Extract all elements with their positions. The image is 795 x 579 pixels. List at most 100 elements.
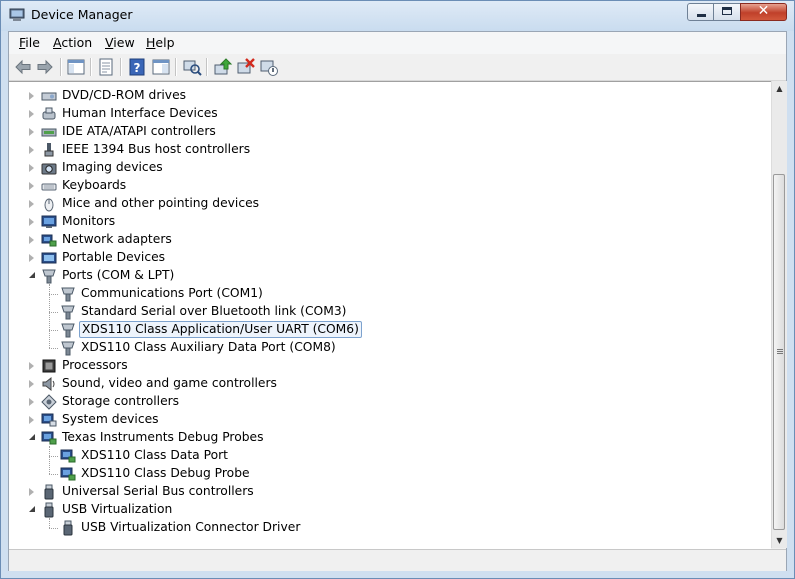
tree-device-row[interactable]: XDS110 Class Data Port: [9, 447, 769, 465]
port-icon: [60, 286, 76, 302]
uninstall-device-button[interactable]: [236, 57, 256, 77]
tree-node-label: Portable Devices: [62, 250, 166, 264]
tree-category-row[interactable]: Mice and other pointing devices: [9, 195, 769, 213]
device-manager-app-icon[interactable]: [9, 8, 25, 22]
expand-arrow-icon[interactable]: [29, 182, 34, 190]
toolbar-separator: [60, 58, 62, 76]
expand-arrow-icon[interactable]: [29, 488, 34, 496]
tree-category-row[interactable]: IDE ATA/ATAPI controllers: [9, 123, 769, 141]
tree-device-row[interactable]: XDS110 Class Debug Probe: [9, 465, 769, 483]
vertical-scrollbar[interactable]: ▲ ▼: [771, 81, 787, 548]
tree-connector-line: [49, 348, 58, 349]
console-tree-icon: [67, 59, 85, 75]
tree-node-label: Keyboards: [62, 178, 127, 192]
hid-icon: [41, 106, 57, 122]
show-hide-console-tree-button[interactable]: [66, 57, 86, 77]
toolbar: ?: [9, 54, 786, 81]
tree-category-row[interactable]: Texas Instruments Debug Probes: [9, 429, 769, 447]
status-bar: [9, 549, 786, 571]
scroll-down-arrow[interactable]: ▼: [772, 533, 787, 548]
collapse-arrow-icon[interactable]: [29, 434, 35, 440]
expand-arrow-icon[interactable]: [29, 218, 34, 226]
title-bar[interactable]: Device Manager ✕: [1, 1, 794, 31]
usb-icon: [41, 502, 57, 518]
scrollbar-thumb[interactable]: [773, 174, 785, 530]
monitor-icon: [41, 214, 57, 230]
action-pane-button[interactable]: [151, 57, 171, 77]
update-driver-icon: [214, 58, 233, 75]
tree-connector-line: [49, 312, 58, 313]
properties-icon: [99, 58, 113, 76]
toolbar-separator: [120, 58, 122, 76]
properties-button[interactable]: [96, 57, 116, 77]
tree-device-row[interactable]: XDS110 Class Auxiliary Data Port (COM8): [9, 339, 769, 357]
expand-arrow-icon[interactable]: [29, 398, 34, 406]
device-tree[interactable]: DVD/CD-ROM drives Human Interface Devices…: [9, 81, 771, 549]
tree-category-row[interactable]: Storage controllers: [9, 393, 769, 411]
menu-view[interactable]: View: [105, 35, 135, 50]
tree-category-row[interactable]: Sound, video and game controllers: [9, 375, 769, 393]
svg-text:?: ?: [134, 61, 141, 75]
tree-device-row[interactable]: USB Virtualization Connector Driver: [9, 519, 769, 537]
tree-node-label: XDS110 Class Auxiliary Data Port (COM8): [81, 340, 336, 354]
tree-category-row[interactable]: Processors: [9, 357, 769, 375]
tree-device-row[interactable]: Communications Port (COM1): [9, 285, 769, 303]
minimize-button[interactable]: [687, 3, 714, 21]
expand-arrow-icon[interactable]: [29, 92, 34, 100]
expand-arrow-icon[interactable]: [29, 236, 34, 244]
tree-node-label: Texas Instruments Debug Probes: [62, 430, 264, 444]
expand-arrow-icon[interactable]: [29, 416, 34, 424]
expand-arrow-icon[interactable]: [29, 254, 34, 262]
tree-node-label: IDE ATA/ATAPI controllers: [62, 124, 216, 138]
menu-help[interactable]: Help: [146, 35, 175, 50]
collapse-arrow-icon[interactable]: [29, 272, 35, 278]
tree-category-row[interactable]: Imaging devices: [9, 159, 769, 177]
tree-node-label: USB Virtualization: [62, 502, 173, 516]
expand-arrow-icon[interactable]: [29, 200, 34, 208]
update-driver-button[interactable]: [213, 57, 233, 77]
tree-category-row[interactable]: Ports (COM & LPT): [9, 267, 769, 285]
tree-category-row[interactable]: DVD/CD-ROM drives: [9, 87, 769, 105]
tree-category-row[interactable]: Network adapters: [9, 231, 769, 249]
scan-hardware-changes-button[interactable]: [182, 57, 202, 77]
tree-category-row[interactable]: System devices: [9, 411, 769, 429]
menu-action[interactable]: Action: [53, 35, 92, 50]
tree-connector-line: [49, 456, 58, 457]
tree-node-label: System devices: [62, 412, 159, 426]
tree-connector-line: [49, 284, 50, 348]
maximize-button[interactable]: [713, 3, 741, 21]
collapse-arrow-icon[interactable]: [29, 506, 35, 512]
tree-node-label: Communications Port (COM1): [81, 286, 263, 300]
menu-file[interactable]: File: [19, 35, 40, 50]
tree-category-row[interactable]: USB Virtualization: [9, 501, 769, 519]
forward-button[interactable]: [35, 57, 55, 77]
tree-connector-line: [49, 446, 50, 474]
ieee1394-icon: [41, 142, 57, 158]
expand-arrow-icon[interactable]: [29, 128, 34, 136]
help-icon: ?: [129, 58, 145, 76]
tree-connector-line: [49, 528, 58, 529]
expand-arrow-icon[interactable]: [29, 164, 34, 172]
expand-arrow-icon[interactable]: [29, 362, 34, 370]
tree-node-label: Human Interface Devices: [62, 106, 218, 120]
expand-arrow-icon[interactable]: [29, 380, 34, 388]
close-button[interactable]: ✕: [740, 3, 787, 21]
expand-arrow-icon[interactable]: [29, 110, 34, 118]
tree-node-label: Sound, video and game controllers: [62, 376, 277, 390]
tree-category-row[interactable]: IEEE 1394 Bus host controllers: [9, 141, 769, 159]
debug-probe-icon: [60, 448, 76, 464]
tree-category-row[interactable]: Universal Serial Bus controllers: [9, 483, 769, 501]
tree-category-row[interactable]: Human Interface Devices: [9, 105, 769, 123]
help-button[interactable]: ?: [127, 57, 147, 77]
back-button[interactable]: [13, 57, 33, 77]
tree-node-label: Network adapters: [62, 232, 172, 246]
scroll-up-arrow[interactable]: ▲: [772, 81, 787, 96]
tree-category-row[interactable]: Keyboards: [9, 177, 769, 195]
disable-device-button[interactable]: [259, 57, 279, 77]
tree-category-row[interactable]: Portable Devices: [9, 249, 769, 267]
tree-device-row[interactable]: XDS110 Class Application/User UART (COM6…: [9, 321, 769, 339]
tree-category-row[interactable]: Monitors: [9, 213, 769, 231]
expand-arrow-icon[interactable]: [29, 146, 34, 154]
tree-device-row[interactable]: Standard Serial over Bluetooth link (COM…: [9, 303, 769, 321]
forward-arrow-icon: [37, 59, 53, 75]
